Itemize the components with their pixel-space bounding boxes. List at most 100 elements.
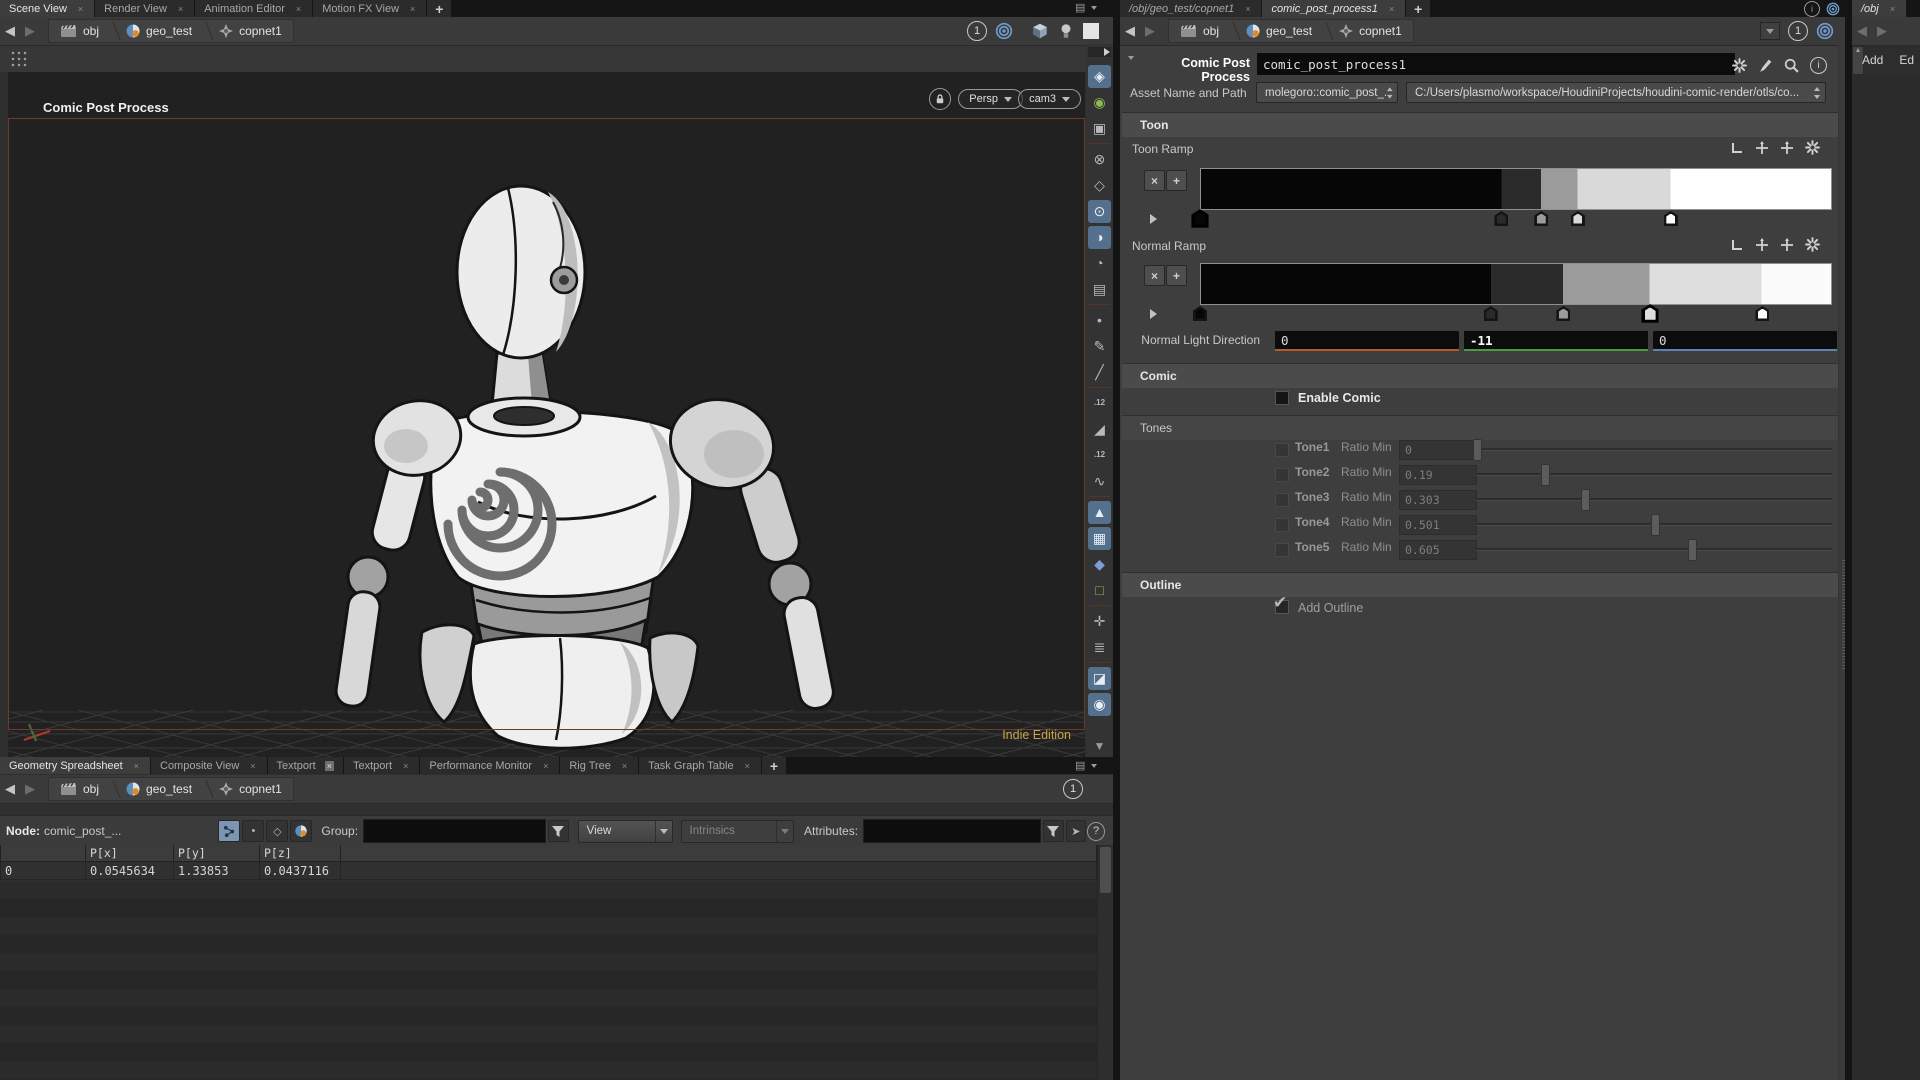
close-icon[interactable]: × <box>620 761 629 771</box>
tone1-ratio-field[interactable]: 0 <box>1399 440 1477 460</box>
enable-comic-checkbox[interactable] <box>1275 391 1289 405</box>
new-tab-button[interactable]: + <box>427 0 451 17</box>
column-px[interactable]: P[x] <box>86 845 174 862</box>
tone5-slider[interactable] <box>1476 540 1832 558</box>
normal-light-z-field[interactable]: 0 <box>1653 331 1837 351</box>
forward-arrow-icon[interactable]: ▶ <box>1145 23 1155 39</box>
breadcrumb-geo-test[interactable]: geo_test <box>1238 23 1319 39</box>
ramp-delete-button[interactable]: × <box>1144 265 1165 286</box>
help-icon[interactable]: ? <box>1087 822 1105 841</box>
lock-camera-icon[interactable]: ▣ <box>1088 117 1111 140</box>
tone2-slider[interactable] <box>1476 465 1832 483</box>
uv-overlay-icon[interactable]: □ <box>1088 579 1111 602</box>
normal-lighting-icon[interactable]: ⊙ <box>1088 200 1111 223</box>
close-icon[interactable]: × <box>743 761 752 771</box>
tab-rig-tree[interactable]: Rig Tree× <box>560 757 638 774</box>
prim-normals-icon[interactable]: ◢ <box>1088 418 1111 441</box>
point-normals-icon[interactable]: ╱ <box>1088 361 1111 384</box>
pane-divider[interactable] <box>1845 0 1852 1080</box>
tab-network-path[interactable]: /obj/geo_test/copnet1× <box>1120 0 1261 17</box>
slider-handle[interactable] <box>1541 464 1550 486</box>
section-comic[interactable]: Comic <box>1122 363 1848 388</box>
ramp-spread-icon[interactable] <box>1755 238 1769 252</box>
close-icon[interactable]: × <box>176 4 185 14</box>
tone2-checkbox[interactable] <box>1275 468 1289 482</box>
tab-comic-post-process1[interactable]: comic_post_process1× <box>1262 0 1405 17</box>
close-icon[interactable]: × <box>1387 4 1396 14</box>
forward-arrow-icon[interactable]: ▶ <box>1877 23 1887 39</box>
close-icon[interactable]: × <box>132 761 141 771</box>
tone5-ratio-field[interactable]: 0.605 <box>1399 540 1477 560</box>
tab-motion-fx-view[interactable]: Motion FX View× <box>313 0 426 17</box>
forward-arrow-icon[interactable]: ▶ <box>25 781 35 797</box>
column-pz[interactable]: P[z] <box>260 845 341 862</box>
close-icon[interactable]: × <box>325 761 334 771</box>
tone3-ratio-field[interactable]: 0.303 <box>1399 490 1477 510</box>
shaded-cone-icon[interactable]: ▲ <box>1088 501 1111 524</box>
breadcrumb-copnet1[interactable]: copnet1 <box>1331 23 1409 39</box>
tab-scene-view[interactable]: Scene View× <box>0 0 94 17</box>
camera-lock-icon[interactable] <box>929 88 951 110</box>
ramp-stop-marker[interactable] <box>1191 209 1209 228</box>
material-shading-icon[interactable]: ◑ <box>1088 226 1111 249</box>
close-icon[interactable]: × <box>1888 4 1897 14</box>
brush-icon[interactable] <box>1758 58 1773 73</box>
target-icon[interactable] <box>1826 2 1840 16</box>
pane-divider[interactable] <box>1113 0 1120 1080</box>
view-dropdown[interactable]: View <box>578 820 673 843</box>
texture-checker-icon[interactable]: ▦ <box>1088 527 1111 550</box>
toon-ramp-gradient[interactable] <box>1200 168 1832 210</box>
node-name-field[interactable]: comic_post_process1 <box>1257 53 1735 75</box>
tone4-slider[interactable] <box>1476 515 1832 533</box>
lights-icon[interactable] <box>1057 22 1075 40</box>
asset-path-field[interactable]: C:/Users/plasmo/workspace/HoudiniProject… <box>1406 82 1826 103</box>
camera-selector[interactable]: cam3 <box>1018 89 1081 109</box>
attributes-filter-icon[interactable] <box>1043 820 1064 842</box>
tab-textport-1[interactable]: Textport× <box>268 757 343 774</box>
slider-handle[interactable] <box>1651 514 1660 536</box>
attributes-input[interactable] <box>863 819 1041 843</box>
info-icon[interactable]: i <box>1804 1 1820 17</box>
secure-selection-icon[interactable]: ◉ <box>1088 91 1111 114</box>
breadcrumb-copnet1[interactable]: copnet1 <box>211 23 289 39</box>
breadcrumb-obj[interactable]: obj <box>53 781 106 797</box>
snapshot-pin-icon[interactable]: ◉ <box>1088 693 1111 716</box>
show-points-icon[interactable]: • <box>1088 309 1111 332</box>
viewport-layout-icon[interactable]: ◈ <box>1088 65 1111 88</box>
close-icon[interactable]: × <box>1243 4 1252 14</box>
pane-split-icon[interactable] <box>1091 6 1097 10</box>
network-canvas[interactable] <box>1852 74 1920 1080</box>
ramp-expand-icon[interactable] <box>1150 214 1157 224</box>
close-icon[interactable]: × <box>248 761 257 771</box>
geometry-cube-icon[interactable] <box>1031 22 1049 40</box>
scene-viewport[interactable]: Comic Post Process Persp cam3 Indie Edit… <box>8 72 1085 757</box>
collapse-caret-icon[interactable] <box>1128 60 1134 74</box>
ghost-objects-icon[interactable]: ▤ <box>1088 278 1111 301</box>
ramp-spread-icon[interactable] <box>1755 141 1769 155</box>
back-arrow-icon[interactable]: ◀ <box>5 781 15 797</box>
ramp-expand-icon[interactable] <box>1150 309 1157 319</box>
menu-add[interactable]: Add <box>1862 53 1883 67</box>
prim-numbers-icon[interactable]: .12 <box>1088 444 1111 467</box>
group-filter-icon[interactable] <box>548 820 569 842</box>
default-lighting-icon[interactable]: ◇ <box>1088 174 1111 197</box>
close-icon[interactable]: × <box>294 4 303 14</box>
ramp-view-icon[interactable] <box>1730 238 1744 252</box>
tone5-checkbox[interactable] <box>1275 543 1289 557</box>
spinner-icon[interactable] <box>1813 86 1821 100</box>
ramp-stop-marker[interactable] <box>1556 306 1570 321</box>
group-input[interactable] <box>363 819 546 843</box>
point-numbers-icon[interactable]: .12 <box>1088 392 1111 415</box>
pane-menu-icon[interactable]: ▤ <box>1075 1 1085 14</box>
point-paint-icon[interactable]: ✎ <box>1088 335 1111 358</box>
ramp-distribute-icon[interactable] <box>1780 238 1794 252</box>
shelf-handle-icon[interactable] <box>10 50 28 68</box>
tone1-checkbox[interactable] <box>1275 443 1289 457</box>
ramp-stop-marker[interactable] <box>1664 211 1678 226</box>
breadcrumb-geo-test[interactable]: geo_test <box>118 23 199 39</box>
ramp-options-icon[interactable] <box>1805 140 1820 155</box>
slider-handle[interactable] <box>1473 439 1482 461</box>
tab-animation-editor[interactable]: Animation Editor× <box>195 0 312 17</box>
menu-edit[interactable]: Ed <box>1899 53 1914 67</box>
pane-split-icon[interactable] <box>1091 764 1097 768</box>
